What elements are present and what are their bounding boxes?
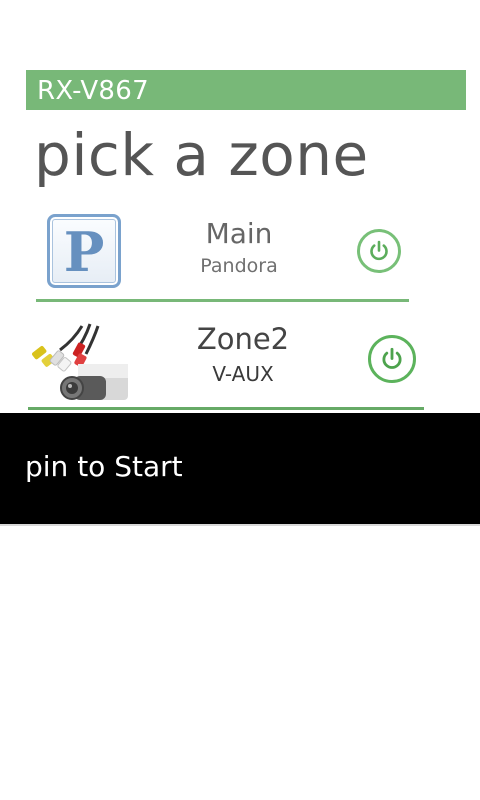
pandora-icon: P <box>47 214 121 288</box>
app-bar-menu: pin to Start <box>0 413 480 524</box>
power-icon <box>370 240 388 261</box>
zone-name: Main <box>205 217 273 250</box>
app-title: RX-V867 <box>37 76 149 106</box>
page-title: pick a zone <box>34 121 369 189</box>
zone-item-main[interactable]: P Main Pandora <box>36 205 409 302</box>
power-icon <box>382 347 402 369</box>
power-button-zone2[interactable] <box>368 335 416 383</box>
zone-item-zone2[interactable]: Zone2 V-AUX <box>28 312 424 410</box>
zone-source: Pandora <box>200 255 278 277</box>
pin-to-start-menu-item[interactable]: pin to Start <box>25 450 183 484</box>
zone-source: V-AUX <box>212 362 274 386</box>
power-button-main[interactable] <box>357 229 401 273</box>
zone-name: Zone2 <box>196 322 290 356</box>
app-bar-divider <box>0 524 480 526</box>
app-header: RX-V867 <box>26 70 466 110</box>
pandora-icon-letter: P <box>63 220 105 284</box>
av-cable-camcorder-icon <box>32 323 128 400</box>
